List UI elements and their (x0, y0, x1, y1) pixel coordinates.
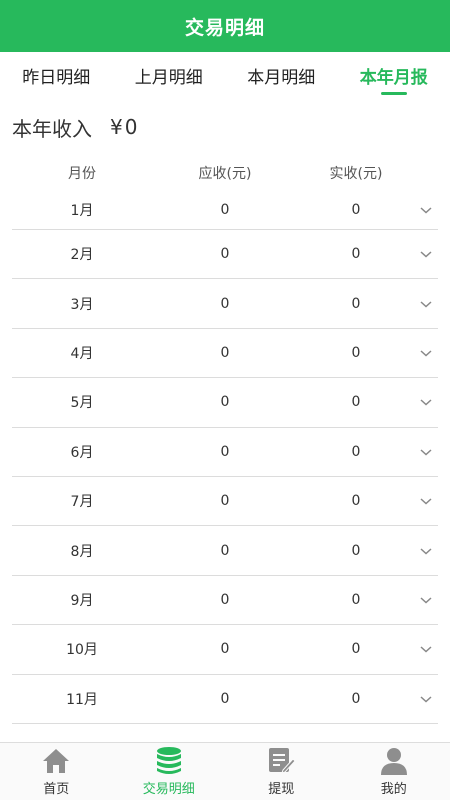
cell-month: 3月 (70, 296, 94, 313)
header-paid: 实收(元) (329, 166, 383, 182)
currency-symbol: ¥ (110, 115, 123, 139)
table-row[interactable]: 10月 0 0 (12, 625, 438, 675)
app-header: 交易明细 (0, 0, 450, 52)
cell-due: 0 (220, 201, 230, 218)
home-icon (43, 749, 70, 773)
chevron-down-icon (420, 206, 432, 214)
cell-due: 0 (220, 443, 230, 460)
cell-month: 8月 (70, 543, 94, 560)
chevron-down-icon (420, 646, 432, 653)
cell-paid: 0 (351, 344, 361, 361)
expand-row-button[interactable] (414, 396, 438, 408)
table-row[interactable]: 5月 0 0 (12, 378, 438, 428)
cell-due: 0 (220, 344, 230, 361)
cell-paid: 0 (351, 246, 361, 263)
cell-month: 10月 (66, 642, 98, 659)
cell-due: 0 (220, 690, 230, 707)
header-month: 月份 (68, 166, 96, 182)
cell-due: 0 (220, 295, 230, 312)
cell-paid: 0 (351, 493, 361, 510)
chevron-down-icon (420, 498, 432, 505)
cell-paid: 0 (351, 542, 361, 559)
cell-paid: 0 (351, 443, 361, 460)
cell-due: 0 (220, 394, 230, 411)
expand-row-button[interactable] (414, 248, 438, 260)
tabbar-profile[interactable]: 我的 (338, 743, 450, 800)
expand-row-button[interactable] (414, 204, 438, 216)
expand-row-button[interactable] (414, 693, 438, 705)
chevron-down-icon (420, 547, 432, 555)
chevron-down-icon (420, 449, 432, 456)
cell-month: 9月 (70, 592, 94, 609)
cell-paid: 0 (351, 201, 361, 218)
chevron-down-icon (420, 251, 432, 258)
cell-paid: 0 (351, 394, 361, 411)
table-row[interactable]: 7月 0 0 (12, 477, 438, 527)
cell-due: 0 (220, 591, 230, 608)
tab-yesterday[interactable]: 昨日明细 (0, 52, 113, 98)
page-title: 交易明细 (184, 16, 265, 39)
cell-paid: 0 (351, 641, 361, 658)
cell-month: 2月 (70, 247, 94, 264)
tab-year-report[interactable]: 本年月报 (338, 52, 450, 98)
table-row[interactable]: 9月 0 0 (12, 576, 438, 626)
cell-month: 4月 (70, 345, 94, 362)
table-header: 月份 应收(元) 实收(元) (12, 156, 438, 190)
table-row[interactable]: 3月 0 0 (12, 279, 438, 329)
chevron-down-icon (420, 350, 432, 357)
table-row[interactable]: 6月 0 0 (12, 428, 438, 477)
cell-due: 0 (220, 641, 230, 658)
cell-month: 1月 (70, 202, 94, 219)
cell-month: 7月 (70, 494, 94, 511)
expand-row-button[interactable] (414, 298, 438, 310)
header-due: 应收(元) (198, 166, 252, 182)
expand-row-button[interactable] (414, 545, 438, 557)
chevron-down-icon (420, 301, 432, 308)
income-label: 本年收入 (12, 116, 92, 141)
table-body: 1月 0 0 2月 0 0 3月 0 0 4月 0 0 5月 0 0 6月 0 0 7月 0 0 8月 0 0 9月 0 0 10月 0… (12, 190, 438, 724)
chevron-down-icon (420, 597, 432, 604)
income-amount: 0 (124, 115, 138, 139)
cell-due: 0 (220, 246, 230, 263)
cell-month: 6月 (70, 444, 94, 461)
cell-paid: 0 (351, 591, 361, 608)
table-row[interactable]: 8月 0 0 (12, 526, 438, 576)
tabbar-home[interactable]: 首页 (0, 743, 113, 800)
table-row[interactable]: 1月 0 0 (12, 190, 438, 230)
chevron-down-icon (420, 696, 432, 703)
cell-due: 0 (220, 542, 230, 559)
expand-row-button[interactable] (414, 347, 438, 359)
period-tabs: 昨日明细 上月明细 本月明细 本年月报 (0, 52, 450, 98)
user-icon (380, 748, 407, 775)
table-row[interactable]: 11月 0 0 (12, 675, 438, 724)
tabbar-withdraw[interactable]: 提现 (225, 743, 338, 800)
monthly-report-table: 月份 应收(元) 实收(元) 1月 0 0 2月 0 0 3月 0 0 4月 0 0 5月 0 0 6月 0 0 7… (0, 156, 450, 724)
database-icon (156, 747, 181, 774)
table-row[interactable]: 4月 0 0 (12, 329, 438, 379)
tab-this-month[interactable]: 本月明细 (225, 52, 338, 98)
active-tab-indicator (380, 92, 407, 95)
cell-month: 11月 (66, 691, 98, 708)
chevron-down-icon (420, 399, 432, 406)
tabbar-transactions[interactable]: 交易明细 (113, 743, 226, 800)
cell-paid: 0 (351, 690, 361, 707)
expand-row-button[interactable] (414, 643, 438, 655)
expand-row-button[interactable] (414, 446, 438, 458)
edit-document-icon (269, 748, 296, 774)
bottom-tab-bar: 首页 交易明细 提现 我的 (0, 742, 450, 800)
cell-month: 5月 (70, 395, 94, 412)
table-row[interactable]: 2月 0 0 (12, 230, 438, 280)
tab-last-month[interactable]: 上月明细 (113, 52, 226, 98)
expand-row-button[interactable] (414, 594, 438, 606)
expand-row-button[interactable] (414, 495, 438, 507)
cell-paid: 0 (351, 295, 361, 312)
cell-due: 0 (220, 493, 230, 510)
annual-income-summary: 本年收入 ¥ 0 (0, 98, 450, 156)
